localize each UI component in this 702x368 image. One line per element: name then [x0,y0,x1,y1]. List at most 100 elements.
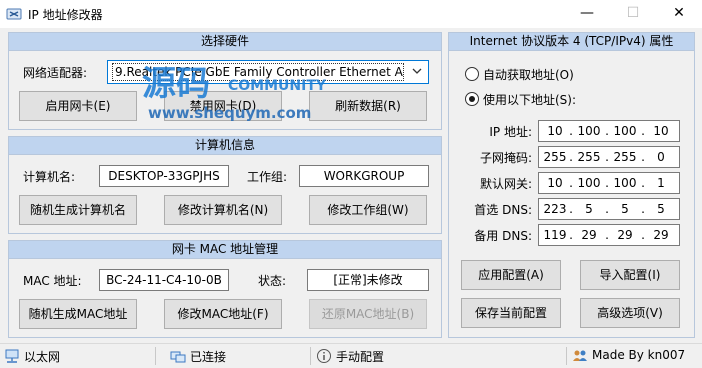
computer-name-field[interactable]: DESKTOP-33GPJHS [99,165,229,187]
octet: 10 [547,176,563,190]
dot: . [569,176,573,190]
hardware-group: 选择硬件 网络适配器: 9.Realtek PCIe GbE Family Co… [8,32,442,130]
ipv4-group: Internet 协议版本 4 (TCP/IPv4) 属性 自动获取地址(O) … [448,32,695,338]
dot: . [605,202,609,216]
divider [310,347,311,365]
dot: . [569,124,573,138]
dot: . [641,124,645,138]
author-credit: Made By kn007 [592,348,686,362]
dot: . [605,124,609,138]
mac-label: MAC 地址: [23,274,82,288]
auto-address-label[interactable]: 自动获取地址(O) [483,66,574,83]
dot: . [641,176,645,190]
octet: 10 [653,124,669,138]
adapter-label: 网络适配器: [23,66,88,80]
import-config-button[interactable]: 导入配置(I) [580,260,680,290]
window-title: IP 地址修改器 [28,8,103,22]
users-icon [573,350,587,361]
info-icon [317,349,331,363]
random-computer-name-button[interactable]: 随机生成计算机名 [19,195,137,225]
modify-workgroup-button[interactable]: 修改工作组(W) [309,195,427,225]
network-tools-icon [6,8,22,20]
mac-field[interactable]: BC-24-11-C4-10-0B [99,269,229,291]
divider [566,347,567,365]
adapter-value: 9.Realtek PCIe GbE Family Controller Eth… [112,63,404,81]
mac-heading: 网卡 MAC 地址管理 [9,241,441,259]
minimize-button[interactable]: — [564,0,610,28]
dot: . [641,228,645,242]
enable-adapter-button[interactable]: 启用网卡(E) [19,91,137,121]
maximize-button: ☐ [626,5,640,21]
ip-address-label: IP 地址: [489,125,532,139]
refresh-button[interactable]: 刷新数据(R) [309,91,427,121]
status-bar: 以太网 已连接 手动配置 Made By kn007 [0,343,702,368]
mac-group: 网卡 MAC 地址管理 MAC 地址: BC-24-11-C4-10-0B 状态… [8,240,442,338]
dot: . [569,150,573,164]
octet: 1 [657,176,665,190]
ethernet-icon [5,349,19,363]
octet: 5 [621,202,629,216]
apply-config-button[interactable]: 应用配置(A) [461,260,561,290]
save-config-button[interactable]: 保存当前配置 [461,298,561,328]
octet: 255 [577,150,601,164]
preferred-dns-label: 首选 DNS: [474,203,532,217]
auto-address-radio[interactable] [465,67,479,81]
manual-address-radio[interactable] [465,92,479,106]
dot: . [641,150,645,164]
chevron-down-icon [412,68,422,74]
dot: . [569,202,573,216]
dot: . [569,228,573,242]
network-type: 以太网 [24,350,61,364]
close-button[interactable]: ✕ [656,0,702,28]
ipv4-heading: Internet 协议版本 4 (TCP/IPv4) 属性 [449,33,694,51]
subnet-mask-field[interactable]: 255 . 255 . 255 . 0 [538,146,680,168]
mac-status-label: 状态: [258,274,287,288]
workgroup-field[interactable]: WORKGROUP [299,165,429,187]
manual-address-label[interactable]: 使用以下地址(S): [483,91,576,108]
computer-info-group: 计算机信息 计算机名: DESKTOP-33GPJHS 工作组: WORKGRO… [8,136,442,234]
hardware-heading: 选择硬件 [9,33,441,51]
gateway-label: 默认网关: [479,177,532,191]
computer-name-label: 计算机名: [23,170,76,184]
octet: 29 [581,228,597,242]
octet: 5 [657,202,665,216]
dot: . [605,228,609,242]
mac-status-field: [正常]未修改 [307,269,429,291]
gateway-field[interactable]: 10 . 100 . 100 . 1 [538,172,680,194]
connection-status: 已连接 [190,350,227,364]
title-bar: IP 地址修改器 — ☐ ✕ [0,0,702,28]
restore-mac-button: 还原MAC地址(B) [309,299,427,329]
dot: . [641,202,645,216]
octet: 29 [617,228,633,242]
preferred-dns-field[interactable]: 223 . 5 . 5 . 5 [538,198,680,220]
octet: 100 [613,124,637,138]
config-mode: 手动配置 [336,350,385,364]
octet: 29 [653,228,669,242]
alternate-dns-field[interactable]: 119 . 29 . 29 . 29 [538,224,680,246]
modify-computer-name-button[interactable]: 修改计算机名(N) [164,195,282,225]
octet: 119 [543,228,567,242]
octet: 5 [585,202,593,216]
computer-heading: 计算机信息 [9,137,441,155]
octet: 255 [543,150,567,164]
workgroup-label: 工作组: [247,170,288,184]
octet: 223 [543,202,567,216]
octet: 100 [613,176,637,190]
alternate-dns-label: 备用 DNS: [474,229,532,243]
connected-icon [170,351,186,363]
dot: . [605,150,609,164]
ip-address-field[interactable]: 10 . 100 . 100 . 10 [538,120,680,142]
advanced-options-button[interactable]: 高级选项(V) [580,298,680,328]
divider [155,347,156,365]
octet: 100 [577,176,601,190]
subnet-mask-label: 子网掩码: [479,151,532,165]
adapter-select[interactable]: 9.Realtek PCIe GbE Family Controller Eth… [107,60,429,84]
dot: . [605,176,609,190]
disable-adapter-button[interactable]: 禁用网卡(D) [164,91,282,121]
octet: 255 [613,150,637,164]
modify-mac-button[interactable]: 修改MAC地址(F) [164,299,282,329]
random-mac-button[interactable]: 随机生成MAC地址 [19,299,137,329]
octet: 10 [547,124,563,138]
octet: 0 [657,150,665,164]
octet: 100 [577,124,601,138]
